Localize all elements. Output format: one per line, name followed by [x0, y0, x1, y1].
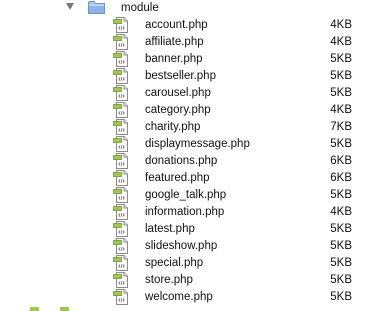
- file-name: information.php: [145, 206, 225, 218]
- file-name: charity.php: [145, 121, 201, 133]
- file-size: 5KB: [330, 257, 352, 269]
- file-row[interactable]: displaymessage.php 5KB: [0, 135, 368, 152]
- php-file-icon: [113, 238, 129, 254]
- file-size: 4KB: [330, 104, 352, 116]
- file-row[interactable]: google_talk.php 5KB: [0, 186, 368, 203]
- file-name: welcome.php: [145, 291, 213, 303]
- file-name: donations.php: [145, 155, 218, 167]
- file-list: account.php 4KB affiliate.php 4KB banner.php…: [0, 16, 368, 305]
- file-name: account.php: [145, 19, 208, 31]
- file-row[interactable]: featured.php 6KB: [0, 169, 368, 186]
- file-name: displaymessage.php: [145, 138, 250, 150]
- file-size: 4KB: [330, 36, 352, 48]
- php-file-icon: [113, 51, 129, 67]
- php-file-icon: [113, 102, 129, 118]
- file-row[interactable]: carousel.php 5KB: [0, 84, 368, 101]
- file-row[interactable]: account.php 4KB: [0, 16, 368, 33]
- file-row[interactable]: latest.php 5KB: [0, 220, 368, 237]
- file-name: latest.php: [145, 223, 195, 235]
- folder-name: module: [121, 2, 159, 14]
- file-size: 5KB: [330, 87, 352, 99]
- file-size: 4KB: [330, 19, 352, 31]
- disclosure-triangle-icon[interactable]: [66, 3, 74, 10]
- file-size: 5KB: [330, 291, 352, 303]
- folder-icon: [88, 1, 105, 14]
- file-row[interactable]: banner.php 5KB: [0, 50, 368, 67]
- file-name: carousel.php: [145, 87, 211, 99]
- php-file-icon: [113, 17, 129, 33]
- php-file-icon: [113, 187, 129, 203]
- file-row[interactable]: slideshow.php 5KB: [0, 237, 368, 254]
- file-size: 5KB: [330, 240, 352, 252]
- file-size: 5KB: [330, 138, 352, 150]
- file-name: banner.php: [145, 53, 203, 65]
- file-size: 4KB: [330, 206, 352, 218]
- file-size: 6KB: [330, 155, 352, 167]
- php-file-icon: [113, 221, 129, 237]
- file-size: 7KB: [330, 121, 352, 133]
- partial-row-icons: [30, 307, 69, 311]
- file-browser: module account.php 4KB affiliate.php 4KB ban…: [0, 0, 368, 311]
- file-row[interactable]: category.php 4KB: [0, 101, 368, 118]
- file-row[interactable]: charity.php 7KB: [0, 118, 368, 135]
- file-size: 5KB: [330, 223, 352, 235]
- file-size: 5KB: [330, 274, 352, 286]
- file-size: 5KB: [330, 53, 352, 65]
- file-size: 6KB: [330, 172, 352, 184]
- file-name: slideshow.php: [145, 240, 218, 252]
- file-row[interactable]: affiliate.php 4KB: [0, 33, 368, 50]
- php-file-icon: [113, 119, 129, 135]
- file-name: google_talk.php: [145, 189, 227, 201]
- file-row[interactable]: bestseller.php 5KB: [0, 67, 368, 84]
- file-row[interactable]: welcome.php 5KB: [0, 288, 368, 305]
- file-name: special.php: [145, 257, 204, 269]
- php-file-icon: [113, 289, 129, 305]
- file-row[interactable]: special.php 5KB: [0, 254, 368, 271]
- php-file-icon: [113, 170, 129, 186]
- file-row[interactable]: store.php 5KB: [0, 271, 368, 288]
- file-name: category.php: [145, 104, 211, 116]
- file-name: bestseller.php: [145, 70, 216, 82]
- php-file-icon: [113, 34, 129, 50]
- file-row[interactable]: donations.php 6KB: [0, 152, 368, 169]
- php-file-icon: [113, 204, 129, 220]
- php-file-icon: [113, 85, 129, 101]
- file-name: affiliate.php: [145, 36, 204, 48]
- php-file-icon: [113, 255, 129, 271]
- folder-row-module[interactable]: module: [0, 0, 368, 17]
- file-size: 5KB: [330, 70, 352, 82]
- php-file-icon: [113, 136, 129, 152]
- file-name: store.php: [145, 274, 193, 286]
- file-name: featured.php: [145, 172, 210, 184]
- file-size: 5KB: [330, 189, 352, 201]
- file-row[interactable]: information.php 4KB: [0, 203, 368, 220]
- php-file-icon: [113, 272, 129, 288]
- php-file-icon: [113, 153, 129, 169]
- php-file-icon: [113, 68, 129, 84]
